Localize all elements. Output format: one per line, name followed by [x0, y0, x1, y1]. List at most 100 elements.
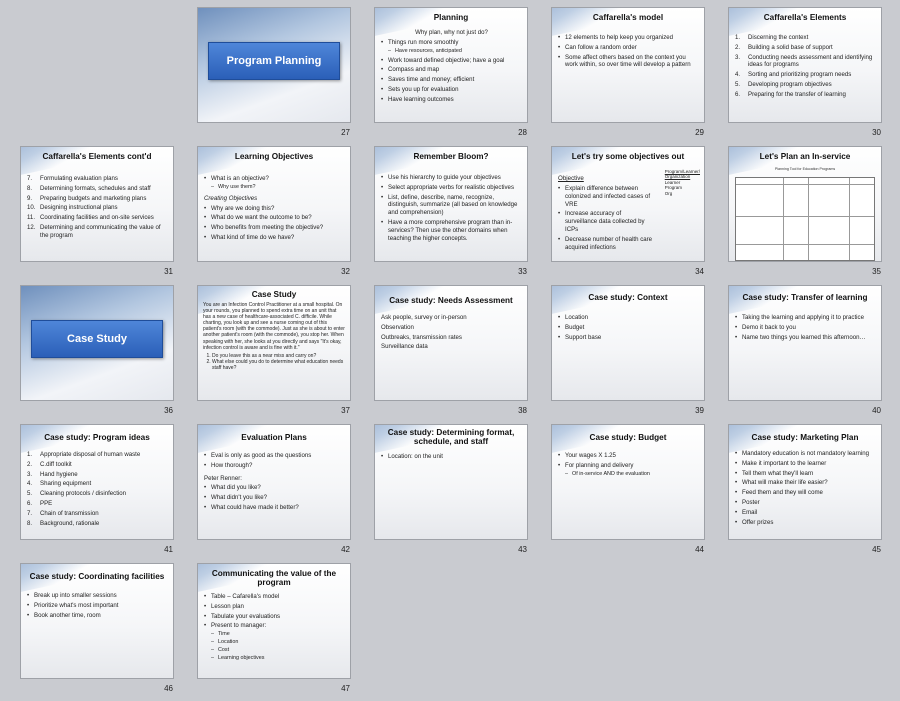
bullet: What do we want the outcome to be?	[204, 214, 345, 222]
slide-number: 36	[164, 406, 173, 415]
slide-36[interactable]: Case Study	[20, 285, 174, 401]
bullet: Mandatory education is not mandatory lea…	[735, 450, 876, 458]
slide-title: Case study: Budget	[589, 433, 667, 442]
slide-number: 29	[695, 128, 704, 137]
bullet: Poster	[735, 499, 876, 507]
slide-30[interactable]: Caffarella's Elements Discerning the con…	[728, 7, 882, 123]
slide-39[interactable]: Case study: Context Location Budget Supp…	[551, 285, 705, 401]
slide-45[interactable]: Case study: Marketing Plan Mandatory edu…	[728, 424, 882, 540]
slide-47[interactable]: Communicating the value of the program T…	[197, 563, 351, 679]
bullet: Eval is only as good as the questions	[204, 452, 345, 460]
sub-bullet: Time	[204, 631, 345, 638]
sub-bullet: Cost	[204, 647, 345, 654]
numbered-item: Determining formats, schedules and staff	[27, 185, 168, 193]
bullet: Budget	[558, 324, 699, 332]
slide-28[interactable]: Planning Why plan, why not just do? Thin…	[374, 7, 528, 123]
bullet: Taking the learning and applying it to p…	[735, 314, 876, 322]
bullet: How thorough?	[204, 462, 345, 470]
column-heading: Objective	[558, 175, 584, 182]
slide-37[interactable]: Case Study You are an Infection Control …	[197, 285, 351, 401]
bullet: Work toward defined objective; have a go…	[381, 57, 522, 65]
bullet: Tell them what they'll learn	[735, 470, 876, 478]
slide-title: Case study: Coordinating facilities	[29, 572, 165, 581]
slide-number: 30	[872, 128, 881, 137]
list-item: Surveillance data	[381, 343, 428, 351]
slide-title: Case Study	[251, 290, 297, 299]
sub-bullet: Have resources, anticipated	[381, 48, 522, 55]
bullet: Break up into smaller sessions	[27, 592, 168, 600]
slide-42[interactable]: Evaluation Plans Eval is only as good as…	[197, 424, 351, 540]
bullet: Your wages X 1.25	[558, 452, 699, 460]
slide-title: Case study: Context	[588, 293, 668, 302]
bullet: What didn't you like?	[204, 494, 345, 502]
numbered-item: Hand hygiene	[27, 471, 168, 479]
slide-44[interactable]: Case study: Budget Your wages X 1.25 For…	[551, 424, 705, 540]
slide-41[interactable]: Case study: Program ideas Appropriate di…	[20, 424, 174, 540]
numbered-item: Cleaning protocols / disinfection	[27, 490, 168, 498]
numbered-item: Chain of transmission	[27, 510, 168, 518]
sub-bullet: Of in-service AND the evaluation	[558, 471, 699, 478]
bullet: Have learning outcomes	[381, 96, 522, 104]
slide-title: Case Study	[31, 320, 163, 358]
slide-number: 40	[872, 406, 881, 415]
slide-number: 47	[341, 684, 350, 693]
slide-43[interactable]: Case study: Determining format, schedule…	[374, 424, 528, 540]
numbered-item: Discerning the context	[735, 34, 876, 42]
bullet: Use his hierarchy to guide your objectiv…	[381, 174, 522, 182]
slide-40[interactable]: Case study: Transfer of learning Taking …	[728, 285, 882, 401]
slide-number: 31	[164, 267, 173, 276]
slide-number: 33	[518, 267, 527, 276]
slide-27[interactable]: Program Planning	[197, 7, 351, 123]
bullet: Present to manager:	[204, 622, 345, 630]
slide-number: 28	[518, 128, 527, 137]
slide-33[interactable]: Remember Bloom? Use his hierarchy to gui…	[374, 146, 528, 262]
bullet: Feed them and they will come	[735, 489, 876, 497]
slide-29[interactable]: Caffarella's model 12 elements to help k…	[551, 7, 705, 123]
bullet: What kind of time do we have?	[204, 234, 345, 242]
slide-35[interactable]: Let's Plan an In-service Planning Tool f…	[728, 146, 882, 262]
slide-number: 46	[164, 684, 173, 693]
slide-32[interactable]: Learning Objectives What is an objective…	[197, 146, 351, 262]
numbered-item: Appropriate disposal of human waste	[27, 451, 168, 459]
numbered-item: Sorting and prioritizing program needs	[735, 71, 876, 79]
numbered-item: Conducting needs assessment and identify…	[735, 54, 876, 70]
slide-38[interactable]: Case study: Needs Assessment Ask people,…	[374, 285, 528, 401]
numbered-item: Building a solid base of support	[735, 44, 876, 52]
bullet: Compass and map	[381, 66, 522, 74]
bullet: Table – Cafarella's model	[204, 593, 345, 601]
slide-34[interactable]: Let's try some objectives out Objective …	[551, 146, 705, 262]
slide-title: Evaluation Plans	[241, 433, 307, 442]
bullet: Demo it back to you	[735, 324, 876, 332]
numbered-item: Preparing budgets and marketing plans	[27, 195, 168, 203]
numbered-item: PPE	[27, 500, 168, 508]
slide-46[interactable]: Case study: Coordinating facilities Brea…	[20, 563, 174, 679]
bullet: Why are we doing this?	[204, 205, 345, 213]
bullet: Offer prizes	[735, 519, 876, 527]
slide-title: Remember Bloom?	[413, 152, 489, 161]
slide-subtitle: Why plan, why not just do?	[415, 29, 488, 36]
bullet: Can follow a random order	[558, 44, 699, 52]
slide-title: Caffarella's model	[592, 13, 664, 22]
bullet: Decrease number of health care acquired …	[558, 236, 654, 252]
bullet: Saves time and money; efficient	[381, 76, 522, 84]
bullet: Book another time, room	[27, 612, 168, 620]
slide-title: Case study: Needs Assessment	[389, 296, 513, 305]
list-item: Outbreaks, transmission rates	[381, 333, 462, 341]
slide-title: Let's Plan an In-service	[759, 152, 851, 161]
bullet: Things run more smoothly	[381, 39, 522, 47]
slide-number: 41	[164, 545, 173, 554]
bullet: Prioritize what's most important	[27, 602, 168, 610]
bullet: Have a more comprehensive program than i…	[381, 219, 522, 242]
bullet: Some affect others based on the context …	[558, 54, 699, 70]
bullet: Make it important to the learner	[735, 460, 876, 468]
bullet: 12 elements to help keep you organized	[558, 34, 699, 42]
bullet: Who benefits from meeting the objective?	[204, 224, 345, 232]
bullet: Support base	[558, 334, 699, 342]
bullet: What is an objective?	[204, 175, 345, 183]
slide-title: Case study: Determining format, schedule…	[387, 428, 515, 447]
slide-title: Communicating the value of the program	[211, 569, 337, 588]
slide-31[interactable]: Caffarella's Elements cont'd Formulating…	[20, 146, 174, 262]
slide-number: 44	[695, 545, 704, 554]
slide-title: Planning	[433, 13, 469, 22]
bullet: Tabulate your evaluations	[204, 613, 345, 621]
